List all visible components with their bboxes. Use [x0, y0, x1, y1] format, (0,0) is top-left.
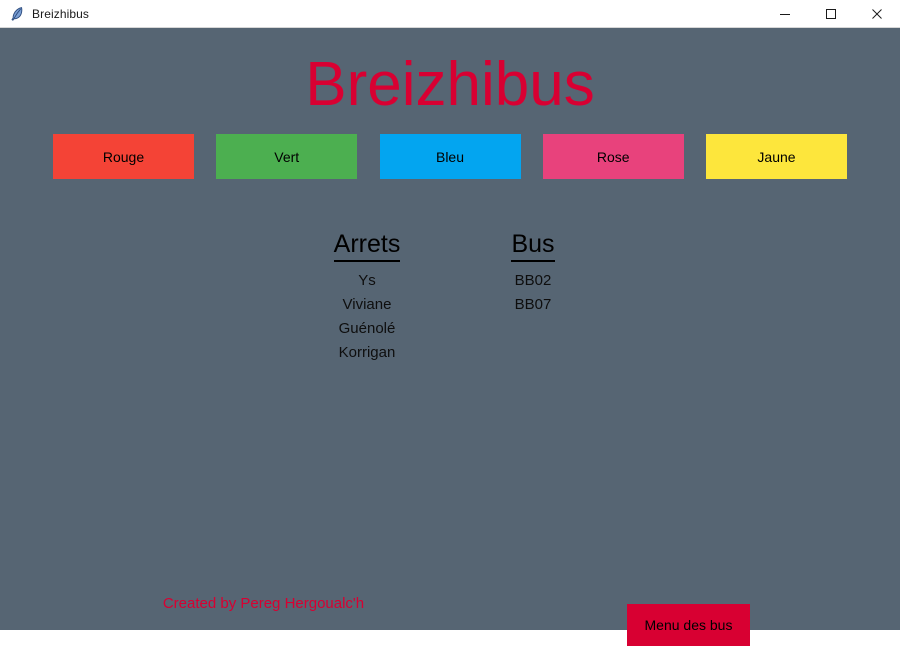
menu-des-bus-button[interactable]: Menu des bus: [627, 604, 750, 646]
line-button-rose[interactable]: Rose: [542, 134, 684, 179]
line-buttons-row: Rouge Vert Bleu Rose Jaune: [53, 134, 847, 179]
credits-text: Created by Pereg Hergoualc'h: [162, 595, 365, 612]
bus-column-header: Bus: [511, 230, 555, 262]
title-bar: Breizhibus: [0, 0, 900, 28]
line-button-vert[interactable]: Vert: [216, 134, 358, 179]
results-panel: Arrets Ys Viviane Guénolé Korrigan Bus B…: [0, 230, 900, 365]
application-window: Breizhibus Breizhibus Rouge Vert Bleu Ro…: [0, 0, 900, 646]
list-item: BB02: [514, 271, 552, 289]
close-icon[interactable]: [854, 0, 900, 27]
line-button-bleu[interactable]: Bleu: [379, 134, 521, 179]
window-title: Breizhibus: [32, 6, 90, 21]
list-item: Guénolé: [338, 319, 396, 337]
feather-icon: [8, 5, 26, 23]
line-button-jaune[interactable]: Jaune: [706, 134, 847, 179]
maximize-icon[interactable]: [808, 0, 854, 27]
line-button-rouge[interactable]: Rouge: [53, 134, 194, 179]
list-item: Viviane: [342, 295, 392, 313]
arrets-column-header: Arrets: [333, 230, 401, 262]
list-item: Korrigan: [338, 343, 396, 361]
app-content: Breizhibus Rouge Vert Bleu Rose Jaune Ar…: [0, 28, 900, 646]
bus-column: Bus BB02 BB07: [450, 230, 616, 365]
page-title: Breizhibus: [305, 50, 595, 119]
minimize-icon[interactable]: [762, 0, 808, 27]
list-item: BB07: [514, 295, 552, 313]
window-controls: [762, 0, 900, 27]
arrets-column: Arrets Ys Viviane Guénolé Korrigan: [284, 230, 450, 365]
list-item: Ys: [358, 271, 376, 289]
